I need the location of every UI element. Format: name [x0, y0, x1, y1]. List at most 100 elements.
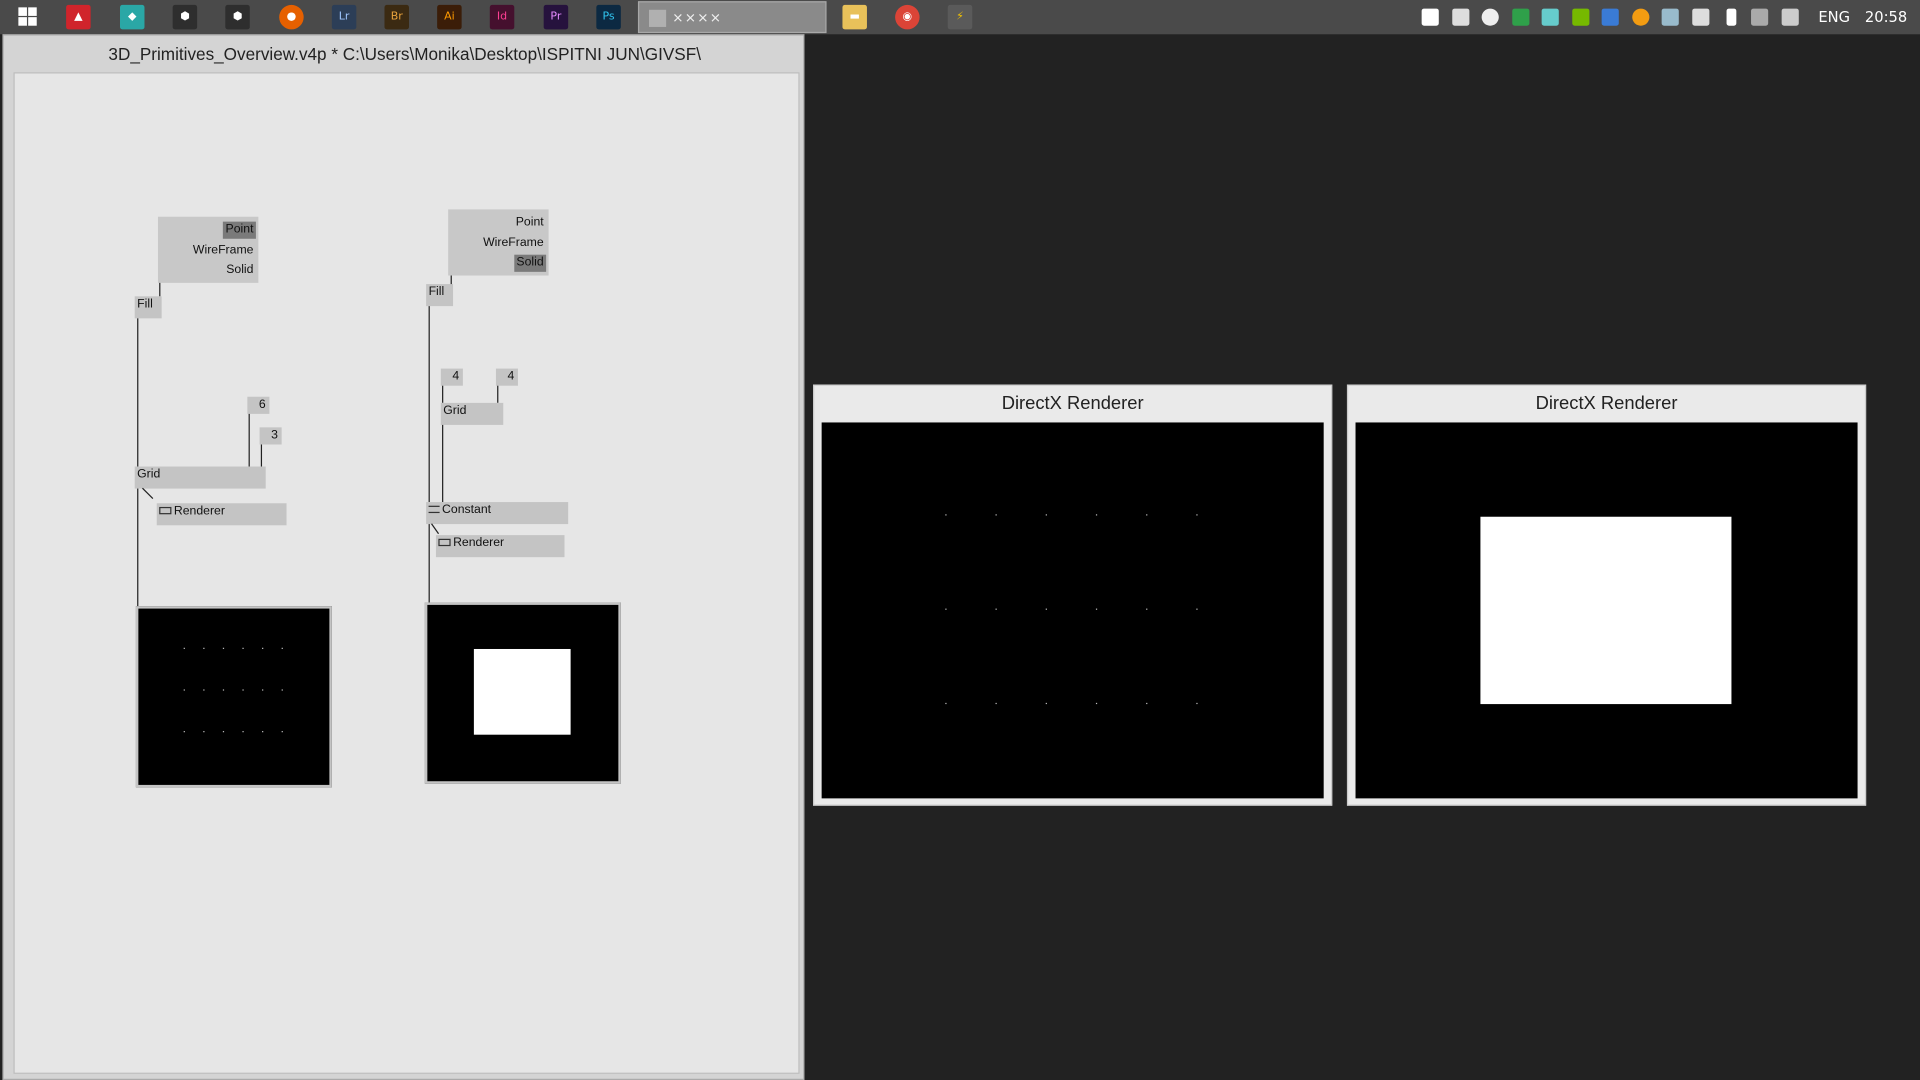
link [497, 385, 499, 403]
active-window-label: ×××× [672, 9, 723, 26]
constant-node-right[interactable]: Constant [426, 502, 569, 525]
renderer-node-right[interactable]: Renderer [435, 535, 565, 558]
grid-point [995, 702, 997, 705]
grid-point [995, 514, 997, 516]
dropbox-icon[interactable] [1452, 8, 1470, 26]
google-drive-icon[interactable] [1512, 8, 1530, 26]
unity-hub-icon[interactable]: ⬢ [225, 4, 250, 30]
tray-windows-icon[interactable] [1421, 8, 1439, 26]
renderer-viewport-solid[interactable] [1355, 422, 1858, 799]
windows-start-icon[interactable] [17, 5, 41, 29]
language-indicator[interactable]: ENG [1818, 0, 1850, 34]
fill-mode-enum-left[interactable]: Point WireFrame Solid [157, 216, 259, 283]
taskbar: ▲ ◆ ⬢ ⬢ ● Lr Br Ai Id Pr Ps ×××× ▬ ◉ ⚡ E… [0, 0, 1920, 35]
grid-point [945, 608, 947, 610]
clock[interactable]: 20:58 [1865, 0, 1907, 34]
grid-point [1045, 702, 1047, 705]
enum-item-solid[interactable]: Solid [513, 254, 547, 272]
bridge-icon[interactable]: Br [384, 4, 409, 30]
grid-point [242, 731, 244, 733]
grid-resolution-y-left[interactable]: 3 [259, 427, 282, 445]
grid-point [242, 647, 244, 649]
grid-point [183, 647, 185, 649]
active-window-button[interactable]: ×××× [637, 1, 827, 34]
solid-grid-quad [1480, 516, 1732, 705]
chrome-icon[interactable]: ◉ [895, 4, 920, 30]
tray-orange-icon[interactable] [1632, 8, 1650, 26]
enum-item-point[interactable]: Point [223, 221, 256, 239]
grid-point [945, 514, 947, 516]
enum-item-wireframe[interactable]: WireFrame [481, 235, 546, 252]
enum-item-point[interactable]: Point [513, 214, 546, 231]
grid-point [262, 731, 264, 733]
photoshop-icon[interactable]: Ps [596, 4, 621, 30]
grid-node-left[interactable]: Grid [134, 466, 266, 489]
link [248, 413, 250, 467]
file-explorer-icon[interactable]: ▬ [842, 4, 867, 30]
renderer-preview-left[interactable] [135, 606, 332, 788]
grid-point [281, 647, 283, 649]
grid-resolution-x-right[interactable]: 4 [440, 368, 463, 386]
enum-item-wireframe[interactable]: WireFrame [190, 242, 255, 259]
renderer-label: Renderer [438, 536, 504, 550]
grid-point [203, 647, 205, 649]
grid-point [262, 647, 264, 649]
grid-point [995, 608, 997, 610]
action-center-flag-icon[interactable] [1692, 8, 1710, 26]
patch-title: 3D_Primitives_Overview.v4p * C:\Users\Mo… [108, 44, 701, 64]
nvidia-icon[interactable] [1572, 8, 1590, 26]
premiere-icon[interactable]: Pr [543, 4, 569, 30]
network-signal-icon[interactable] [1751, 8, 1769, 26]
enum-item-solid[interactable]: Solid [224, 262, 256, 279]
grid-point [945, 702, 947, 705]
grid-point [1095, 702, 1098, 705]
grid-point [222, 731, 225, 733]
link [428, 524, 430, 604]
grid-label: Grid [137, 467, 161, 482]
volume-icon[interactable] [1781, 8, 1799, 26]
tray-blue-icon[interactable] [1601, 8, 1619, 26]
grid-point [1146, 514, 1148, 516]
acrobat-icon[interactable]: ▲ [66, 4, 91, 30]
grid-point [1045, 514, 1047, 516]
indesign-icon[interactable]: Id [489, 4, 515, 30]
patch-canvas[interactable]: Point WireFrame Solid Fill 6 3 Grid Rend… [13, 72, 800, 1074]
grid-point [222, 647, 225, 649]
grid-resolution-y-right[interactable]: 4 [495, 368, 518, 386]
fill-label: Fill [137, 297, 153, 312]
directx-renderer-window-2[interactable]: DirectX Renderer [1346, 384, 1867, 806]
fill-mode-enum-right[interactable]: Point WireFrame Solid [448, 209, 549, 276]
grid-point [281, 689, 283, 691]
tray-app-icon[interactable] [1541, 8, 1559, 26]
link [431, 523, 440, 535]
firefox-icon[interactable]: ● [279, 4, 304, 30]
link [142, 487, 154, 499]
directx-renderer-window-1[interactable]: DirectX Renderer [813, 384, 1333, 806]
fill-node-right[interactable]: Fill [426, 284, 454, 307]
renderer-node-left[interactable]: Renderer [156, 503, 287, 526]
battery-icon[interactable] [1726, 8, 1737, 26]
grid-point [183, 689, 185, 691]
grid-point [1095, 514, 1098, 516]
lightroom-icon[interactable]: Lr [331, 4, 357, 30]
fill-node-left[interactable]: Fill [134, 296, 162, 319]
grid-point [222, 689, 225, 691]
grid-resolution-x-left[interactable]: 6 [247, 396, 270, 414]
vvvv-icon[interactable]: ⚡ [947, 4, 973, 30]
grid-point [1146, 608, 1148, 610]
renderer-preview-right[interactable] [424, 602, 621, 784]
grid-point [1045, 608, 1047, 610]
illustrator-icon[interactable]: Ai [437, 4, 462, 30]
renderer-window-title: DirectX Renderer [1001, 393, 1144, 414]
grid-point [242, 689, 244, 691]
grid-point [203, 689, 205, 691]
renderer-viewport-points[interactable] [821, 422, 1324, 799]
onedrive-icon[interactable] [1481, 8, 1499, 26]
tray-green-icon[interactable] [1661, 8, 1679, 26]
maya-icon[interactable]: ◆ [120, 4, 145, 30]
grid-point [1146, 702, 1148, 705]
link [137, 318, 139, 467]
grid-node-right[interactable]: Grid [440, 402, 504, 425]
unity-icon[interactable]: ⬢ [172, 4, 198, 30]
link [428, 306, 430, 503]
